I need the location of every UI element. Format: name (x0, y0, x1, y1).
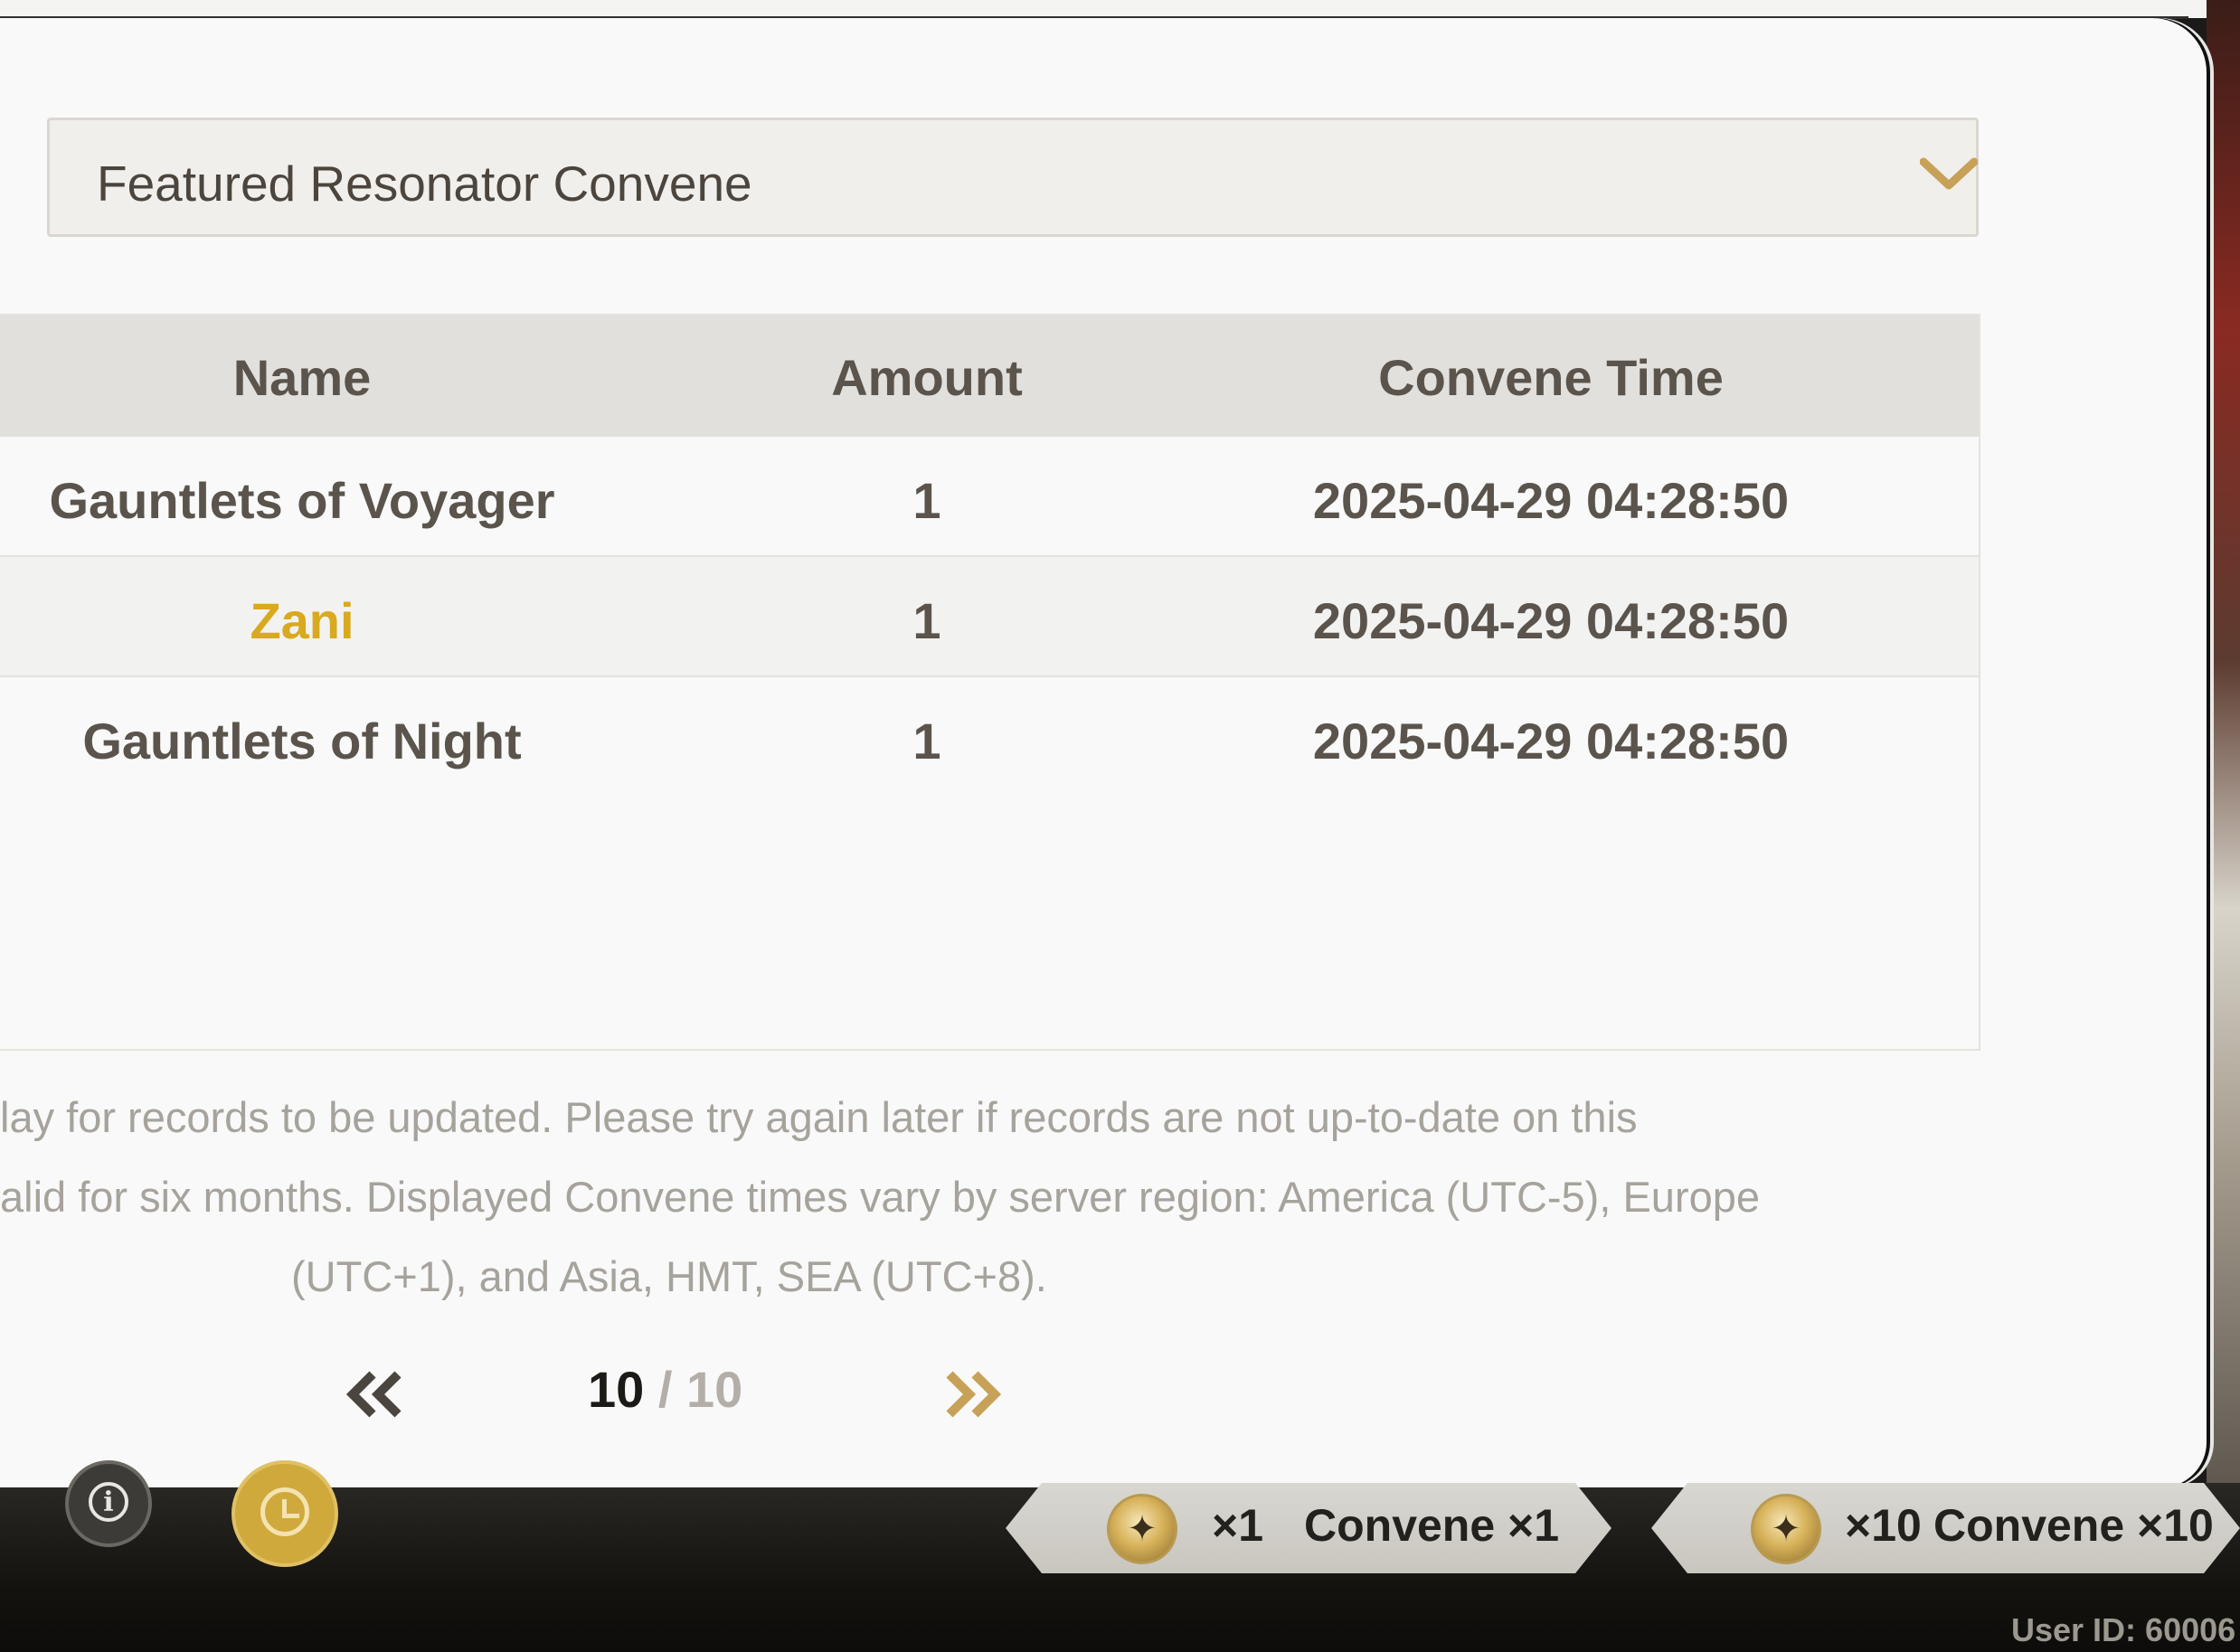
record-time: 2025-04-29 04:28:50 (1312, 592, 1790, 649)
convene-x1-button[interactable]: ×1 Convene ×1 (1006, 1483, 1611, 1573)
radiant-tide-icon (1751, 1494, 1821, 1564)
page-separator: / (657, 1361, 673, 1418)
convene-x10-label: Convene ×10 (1933, 1500, 2214, 1551)
table-row: Gauntlets of Night 1 2025-04-29 04:28:50 (0, 677, 1979, 798)
header-convene-time: Convene Time (1378, 349, 1724, 406)
history-clock-icon (260, 1487, 309, 1536)
convene-records-table: Name Amount Convene Time Gauntlets of Vo… (0, 314, 1980, 1051)
convene-x10-button[interactable]: ×10 Convene ×10 (1651, 1483, 2240, 1573)
info-button[interactable]: i (65, 1460, 152, 1547)
record-amount: 1 (912, 472, 941, 529)
convene-x1-cost: ×1 (1212, 1500, 1264, 1551)
record-time: 2025-04-29 04:28:50 (1312, 472, 1790, 529)
notice-line-1: lay for records to be updated. Please tr… (0, 1093, 1638, 1141)
double-chevron-left-icon[interactable] (342, 1367, 407, 1421)
chevron-down-icon (1920, 157, 1978, 190)
convene-history-panel: Featured Resonator Convene Name Amount C… (0, 18, 2207, 1487)
background-top (0, 0, 2240, 18)
history-button[interactable] (232, 1460, 338, 1567)
record-name: Gauntlets of Voyager (49, 472, 555, 529)
header-amount: Amount (831, 349, 1023, 406)
record-amount: 1 (912, 592, 941, 649)
table-row: Gauntlets of Voyager 1 2025-04-29 04:28:… (0, 437, 1979, 557)
total-pages: 10 (685, 1361, 743, 1418)
convene-x10-cost: ×10 (1845, 1500, 1922, 1551)
table-row: Zani 1 2025-04-29 04:28:50 (0, 557, 1979, 677)
double-chevron-right-icon[interactable] (940, 1367, 1006, 1421)
notice-line-3: (UTC+1), and Asia, HMT, SEA (UTC+8). (291, 1252, 1047, 1300)
record-name: Gauntlets of Night (82, 713, 522, 769)
record-amount: 1 (912, 713, 941, 769)
notice-line-2: alid for six months. Displayed Convene t… (0, 1173, 1761, 1221)
dropdown-selected-label: Featured Resonator Convene (97, 156, 752, 212)
user-id: User ID: 60006 (2011, 1611, 2236, 1648)
info-icon: i (89, 1482, 128, 1522)
convene-x1-label: Convene ×1 (1304, 1500, 1560, 1551)
record-time: 2025-04-29 04:28:50 (1312, 713, 1790, 769)
banner-type-dropdown[interactable]: Featured Resonator Convene (47, 118, 1979, 237)
radiant-tide-icon (1107, 1494, 1177, 1564)
header-name: Name (232, 349, 372, 406)
current-page: 10 (588, 1361, 645, 1418)
record-name: Zani (250, 592, 354, 649)
table-header: Name Amount Convene Time (0, 316, 1979, 437)
background-artwork (2207, 0, 2240, 1652)
page-indicator: 10 / 10 (588, 1360, 742, 1419)
